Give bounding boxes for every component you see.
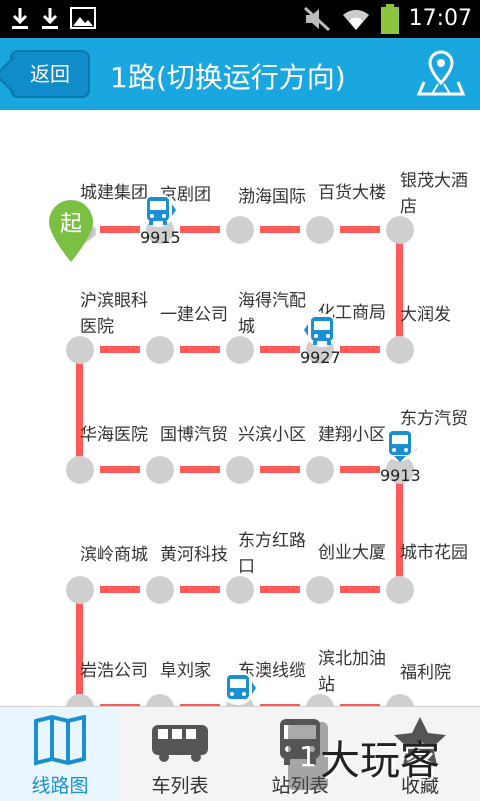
route-map[interactable]: 城建集团 京剧团 渤海国际 百货大楼 银茂大酒店 沪滨眼科医院 一建公司 海得汽… bbox=[0, 110, 480, 706]
image-icon bbox=[70, 7, 96, 29]
stop-marker[interactable] bbox=[386, 216, 414, 244]
route-segment bbox=[180, 586, 220, 593]
stop-label: 东方红路口 bbox=[238, 531, 306, 577]
bus-icon[interactable] bbox=[382, 426, 418, 462]
route-segment bbox=[76, 602, 83, 698]
route-segment bbox=[180, 466, 220, 473]
stop-label: 百货大楼 bbox=[318, 183, 386, 203]
route-segment bbox=[100, 466, 140, 473]
stop-label: 阜刘家 bbox=[160, 661, 211, 681]
route-segment bbox=[180, 346, 220, 353]
map-location-icon[interactable] bbox=[416, 48, 466, 98]
route-segment bbox=[260, 346, 300, 353]
stop-label: 创业大厦 bbox=[318, 543, 386, 563]
route-segment bbox=[340, 586, 380, 593]
stop-marker[interactable] bbox=[146, 694, 174, 706]
stop-marker[interactable] bbox=[146, 576, 174, 604]
stop-label: 兴滨小区 bbox=[238, 425, 306, 445]
folded-map-icon bbox=[34, 715, 86, 766]
route-segment bbox=[396, 482, 403, 578]
stop-label: 华海医院 bbox=[80, 425, 148, 445]
route-segment bbox=[260, 226, 300, 233]
start-marker-icon: 起 bbox=[49, 200, 96, 262]
route-segment bbox=[100, 586, 140, 593]
stop-label: 城市花园 bbox=[400, 543, 468, 563]
battery-icon bbox=[380, 4, 399, 34]
stop-label: 渤海国际 bbox=[238, 187, 306, 207]
route-segment bbox=[100, 226, 140, 233]
stop-marker[interactable] bbox=[66, 456, 94, 484]
stop-marker[interactable] bbox=[306, 216, 334, 244]
route-segment bbox=[340, 226, 380, 233]
back-button[interactable]: 返回 bbox=[10, 50, 90, 98]
stop-label: 沪滨眼科医院 bbox=[80, 291, 148, 337]
route-segment bbox=[180, 226, 220, 233]
route-segment bbox=[340, 346, 380, 353]
clock: 17:07 bbox=[408, 6, 472, 31]
stop-marker[interactable] bbox=[306, 456, 334, 484]
stop-label: 滨岭商城 bbox=[80, 545, 148, 565]
route-segment bbox=[100, 346, 140, 353]
mute-icon bbox=[303, 6, 330, 32]
stop-marker[interactable] bbox=[306, 576, 334, 604]
tab-label: 线路图 bbox=[31, 775, 89, 797]
stop-marker[interactable] bbox=[226, 216, 254, 244]
watermark-text: 大玩客 bbox=[320, 738, 440, 784]
stop-marker[interactable] bbox=[146, 336, 174, 364]
stop-marker[interactable] bbox=[146, 456, 174, 484]
bus-number: 9913 bbox=[380, 466, 421, 485]
route-segment bbox=[340, 466, 380, 473]
svg-text:1: 1 bbox=[299, 740, 317, 773]
stop-label: 建翔小区 bbox=[318, 425, 386, 445]
bus-icon bbox=[152, 725, 208, 762]
status-bar: 17:07 bbox=[0, 0, 480, 38]
stop-marker[interactable] bbox=[386, 336, 414, 364]
wifi-icon bbox=[342, 9, 369, 30]
header: 返回 1路(切换运行方向) bbox=[0, 38, 480, 112]
stop-marker[interactable] bbox=[66, 576, 94, 604]
stop-marker[interactable] bbox=[386, 576, 414, 604]
bus-icon[interactable] bbox=[304, 312, 340, 348]
route-segment bbox=[260, 586, 300, 593]
download-icon-2 bbox=[42, 8, 58, 29]
bus-icon[interactable] bbox=[220, 670, 256, 706]
stop-marker[interactable] bbox=[66, 694, 94, 706]
tab-label: 车列表 bbox=[151, 775, 209, 797]
stop-label: 福利院 bbox=[400, 663, 451, 683]
stop-label: 银茂大酒店 bbox=[400, 171, 468, 217]
stop-marker[interactable] bbox=[226, 336, 254, 364]
stop-label: 大润发 bbox=[400, 305, 451, 325]
stop-marker[interactable] bbox=[66, 336, 94, 364]
download-icon bbox=[12, 8, 28, 29]
page-title[interactable]: 1路(切换运行方向) bbox=[110, 56, 346, 96]
bus-icon[interactable] bbox=[140, 192, 176, 228]
tab-route-map[interactable]: 线路图 bbox=[0, 707, 120, 801]
stop-marker[interactable] bbox=[226, 576, 254, 604]
stop-label: 黄河科技 bbox=[160, 545, 228, 565]
bus-number: 9915 bbox=[140, 228, 181, 247]
stop-label: 一建公司 bbox=[160, 305, 228, 325]
route-segment bbox=[260, 466, 300, 473]
stop-label: 岩浩公司 bbox=[80, 661, 148, 681]
bus-number: 9927 bbox=[300, 348, 341, 367]
tab-bus-list[interactable]: 车列表 bbox=[120, 707, 240, 801]
stop-label: 滨北加油站 bbox=[318, 649, 386, 695]
stop-label: 海得汽配城 bbox=[238, 291, 306, 337]
start-marker-label: 起 bbox=[60, 212, 82, 237]
stop-label: 国博汽贸 bbox=[160, 425, 228, 445]
stop-marker[interactable] bbox=[226, 456, 254, 484]
